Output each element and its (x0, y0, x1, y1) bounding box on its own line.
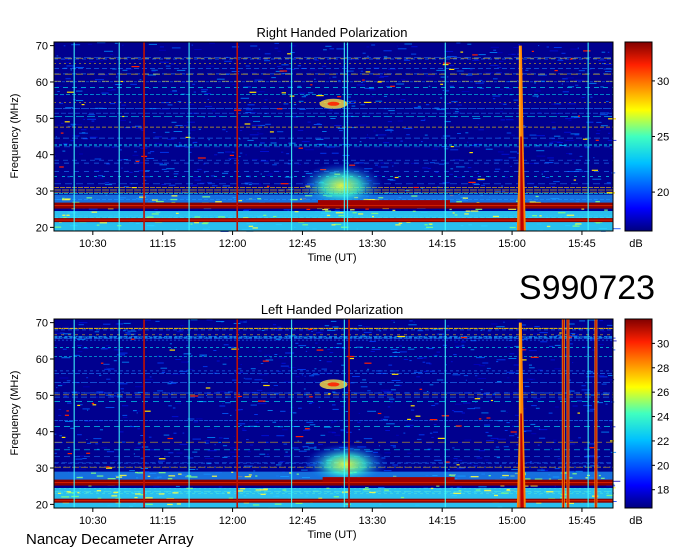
colorbar-tick-label: 20 (657, 187, 669, 199)
y-tick-label: 20 (36, 499, 48, 511)
colorbar-tick-label: 30 (657, 76, 669, 88)
y-tick-label: 40 (36, 427, 48, 439)
y-tick-label: 60 (36, 354, 48, 366)
x-tick-label: 15:00 (498, 238, 526, 250)
chart-title: Right Handed Polarization (256, 25, 407, 40)
x-tick-label: 13:30 (359, 515, 387, 527)
event-id: S990723 (519, 269, 655, 307)
x-tick-label: 12:45 (289, 515, 317, 527)
y-tick-label: 70 (36, 318, 48, 330)
spectrogram-plot (54, 42, 621, 232)
colorbar-tick-label: 24 (657, 412, 669, 424)
colorbar-tick-label: 30 (657, 338, 669, 350)
colorbar-tick-label: 28 (657, 363, 669, 375)
y-tick-label: 40 (36, 150, 48, 162)
x-tick-label: 15:45 (568, 515, 596, 527)
colorbar: 20 25 30 (624, 41, 669, 232)
x-tick-label: 15:00 (498, 515, 526, 527)
left-polarization-panel: Left Handed Polarization 20 30 40 50 60 70 10:… (9, 302, 669, 541)
y-axis-label: Frequency (MHz) (9, 94, 21, 179)
y-tick-label: 30 (36, 463, 48, 475)
colorbar-tick-label: 22 (657, 436, 669, 448)
x-tick-label: 11:15 (149, 238, 176, 250)
colorbar-tick-label: 25 (657, 132, 669, 144)
x-tick-label: 15:45 (568, 238, 596, 250)
colorbar-tick-label: 18 (657, 485, 669, 497)
x-tick-label: 12:00 (219, 238, 247, 250)
colorbar-gradient (624, 41, 653, 232)
x-tick-label: 10:30 (79, 238, 107, 250)
spectrogram-figure: Right Handed Polarization 20 30 40 50 60 70 10… (9, 25, 669, 548)
colorbar-label: dB (629, 238, 642, 250)
x-axis-label: Time (UT) (307, 529, 356, 541)
x-tick-label: 11:15 (149, 515, 176, 527)
footer-credit: Nancay Decameter Array (26, 531, 194, 548)
x-tick-label: 13:30 (359, 238, 387, 250)
right-polarization-panel: Right Handed Polarization 20 30 40 50 60 70 10… (9, 25, 669, 264)
low-frequency-floor (54, 488, 613, 508)
spectrogram-plot (54, 319, 621, 509)
y-tick-label: 70 (36, 41, 48, 53)
x-tick-label: 14:15 (428, 515, 456, 527)
x-tick-label: 12:00 (219, 515, 247, 527)
x-tick-label: 12:45 (289, 238, 317, 250)
y-tick-label: 50 (36, 390, 48, 402)
y-tick-label: 20 (36, 222, 48, 234)
colorbar-label: dB (629, 515, 642, 527)
y-tick-label: 30 (36, 186, 48, 198)
colorbar-tick-label: 20 (657, 460, 669, 472)
y-tick-label: 50 (36, 113, 48, 125)
colorbar-gradient (624, 318, 653, 509)
x-tick-label: 10:30 (79, 515, 107, 527)
x-tick-label: 14:15 (428, 238, 456, 250)
colorbar-tick-label: 26 (657, 387, 669, 399)
y-tick-label: 60 (36, 77, 48, 89)
colorbar: 18 20 22 24 26 28 30 (624, 318, 669, 509)
x-axis-label: Time (UT) (307, 252, 356, 264)
y-axis-label: Frequency (MHz) (9, 371, 21, 456)
chart-title: Left Handed Polarization (261, 302, 403, 317)
